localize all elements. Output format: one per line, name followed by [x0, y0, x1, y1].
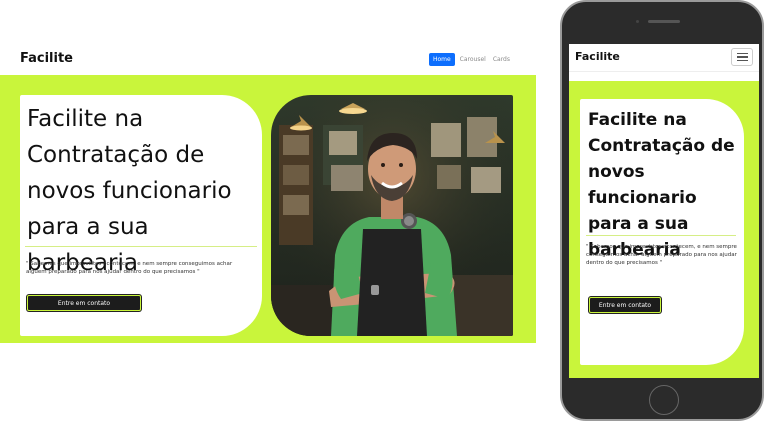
- mobile-navbar: Facilite: [569, 44, 759, 72]
- desktop-preview: Facilite Home Carousel Cards Facilite na…: [0, 0, 540, 421]
- nav-links: Home Carousel Cards: [428, 53, 512, 66]
- mobile-hero-section: Facilite na Contratação de novos funcion…: [569, 81, 759, 378]
- contact-button[interactable]: Entre em contato: [27, 295, 141, 311]
- hero-title: Facilite na Contratação de novos funcion…: [27, 106, 232, 276]
- mobile-contact-button[interactable]: Entre em contato: [589, 297, 661, 313]
- mobile-hero-card: Facilite na Contratação de novos funcion…: [580, 99, 744, 365]
- nav-link-cards[interactable]: Cards: [491, 53, 512, 66]
- navbar: Facilite Home Carousel Cards: [0, 50, 540, 72]
- barber-photo: [271, 95, 513, 336]
- mobile-hero-quote: " Sabemos que imprevistos acontecem, e n…: [586, 244, 737, 266]
- phone-screen: Facilite Facilite na Contratação de novo…: [569, 44, 759, 378]
- mobile-hero-title: Facilite na Contratação de novos funcion…: [588, 110, 735, 260]
- hero-section: Facilite na Contratação de novos funcion…: [0, 75, 536, 343]
- divider: [25, 246, 257, 247]
- hero-card: Facilite na Contratação de novos funcion…: [20, 95, 262, 336]
- camera-dot: [636, 20, 639, 23]
- barber-illustration: [271, 95, 513, 336]
- hamburger-icon[interactable]: [731, 48, 753, 66]
- home-button[interactable]: [649, 385, 679, 415]
- hero-quote: " Sabemos que imprevistos acontecem, e n…: [26, 261, 233, 275]
- phone-speaker: [648, 20, 680, 23]
- nav-link-home[interactable]: Home: [428, 53, 455, 66]
- mobile-divider: [586, 235, 736, 236]
- phone-preview: Facilite Facilite na Contratação de novo…: [560, 0, 764, 421]
- mobile-brand-logo[interactable]: Facilite: [575, 50, 620, 63]
- brand-logo[interactable]: Facilite: [20, 51, 73, 66]
- nav-link-carousel[interactable]: Carousel: [458, 53, 488, 66]
